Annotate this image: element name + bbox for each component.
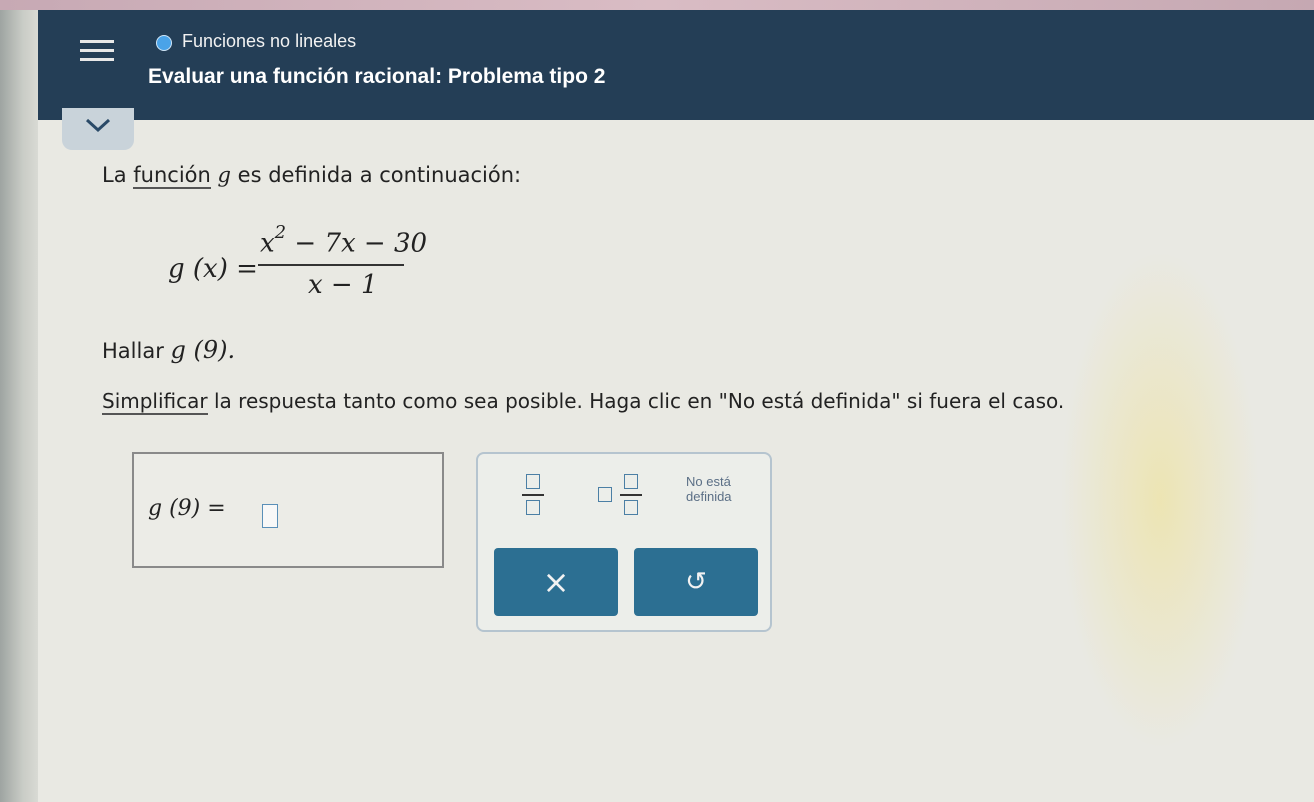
- close-icon: ×: [542, 563, 570, 601]
- mixed-number-button[interactable]: [598, 472, 644, 516]
- simplificar-link[interactable]: Simplificar: [102, 389, 208, 415]
- topic-status-icon: [156, 35, 172, 51]
- problem-intro: La función g es definida a continuación:: [102, 163, 522, 189]
- undo-button[interactable]: ↺: [634, 548, 758, 616]
- answer-input[interactable]: [262, 504, 278, 528]
- function-lhs: g (x) =: [168, 254, 258, 284]
- topic-label: Funciones no lineales: [182, 31, 357, 51]
- undo-icon: ↺: [685, 567, 707, 597]
- answer-area: g (9) =: [132, 452, 444, 568]
- undefined-button[interactable]: No está definida: [686, 474, 732, 504]
- chevron-down-icon: [85, 118, 111, 133]
- screen-glare: [1060, 250, 1260, 750]
- menu-icon[interactable]: [80, 40, 116, 66]
- numerator: x2 − 7x − 30: [260, 222, 428, 259]
- fraction-button[interactable]: [518, 472, 548, 516]
- problem-title: Evaluar una función racional: Problema t…: [148, 65, 606, 88]
- left-edge-strip: [0, 0, 38, 802]
- instructions: Simplificar la respuesta tanto como sea …: [102, 389, 1065, 415]
- top-edge: [0, 0, 1314, 10]
- denominator: x − 1: [308, 270, 378, 300]
- find-prompt: Hallar g (9).: [102, 336, 236, 364]
- clear-button[interactable]: ×: [494, 548, 618, 616]
- math-keypad: No está definida × ↺: [476, 452, 772, 632]
- fraction-bar: [258, 264, 404, 266]
- answer-label: g (9) =: [148, 496, 226, 521]
- header-bar: Funciones no lineales Evaluar una funció…: [38, 10, 1314, 120]
- collapse-toggle[interactable]: [62, 108, 134, 150]
- funcion-link[interactable]: función: [133, 163, 211, 189]
